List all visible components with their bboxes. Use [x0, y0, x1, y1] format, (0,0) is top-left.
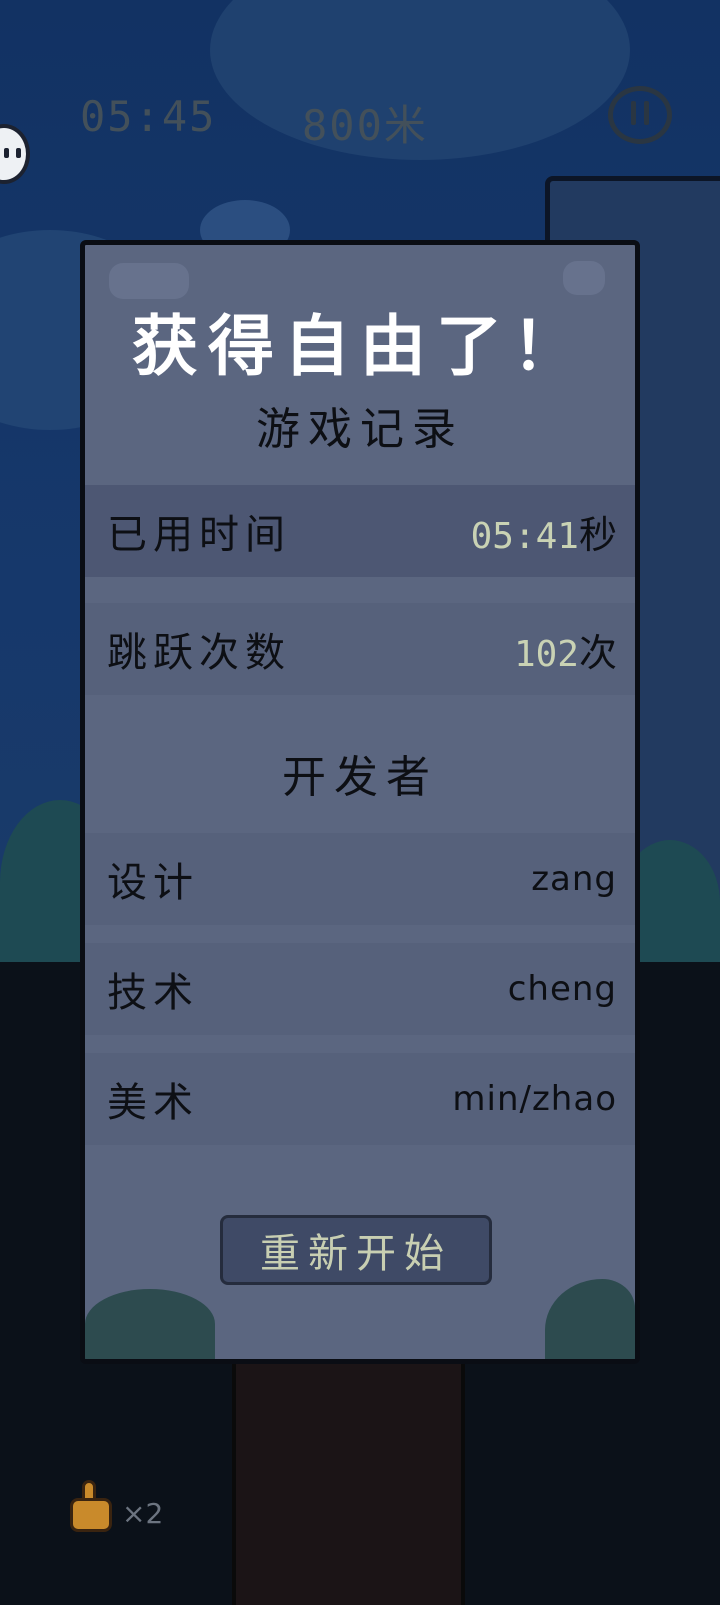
pause-button[interactable]: [608, 86, 672, 144]
grass-decor: [85, 1289, 215, 1359]
record-heading: 游戏记录: [256, 404, 464, 455]
developer-role: 美术: [107, 1080, 199, 1126]
restart-button[interactable]: 重新开始: [220, 1215, 492, 1285]
game-scene: 05:45 800米 获得自由了！ 游戏记录 已用时间 05:41秒 跳跃次数 …: [0, 0, 720, 1605]
stat-unit: 秒: [578, 512, 617, 557]
stat-label: 跳跃次数: [107, 630, 291, 676]
dirt-pillar: [232, 1360, 465, 1605]
lives-count: ×2: [122, 1497, 164, 1530]
developer-row: 设计 zang: [85, 833, 635, 925]
stat-row-jumps: 跳跃次数 102次: [85, 603, 635, 695]
developers-heading: 开发者: [282, 752, 438, 803]
hud-timer: 05:45: [80, 92, 217, 141]
result-panel: 获得自由了！ 游戏记录 已用时间 05:41秒 跳跃次数 102次 开发者 设计…: [80, 240, 640, 1364]
pause-icon: [627, 101, 653, 129]
stat-label: 已用时间: [107, 512, 291, 558]
developer-row: 技术 cheng: [85, 943, 635, 1035]
developer-name: min/zhao: [452, 1079, 617, 1119]
stat-value: 102: [513, 633, 579, 675]
stat-row-time: 已用时间 05:41秒: [85, 485, 635, 577]
stat-value: 05:41: [470, 515, 579, 557]
lives-indicator: ×2: [66, 1478, 163, 1534]
stat-value-group: 05:41秒: [471, 504, 617, 559]
decor-bubble: [563, 261, 605, 295]
hud-distance: 800米: [302, 101, 428, 150]
grass-decor: [545, 1279, 635, 1359]
developer-name: zang: [531, 859, 617, 899]
panel-title: 获得自由了！: [132, 308, 588, 385]
developer-role: 设计: [107, 860, 199, 906]
developer-row: 美术 min/zhao: [85, 1053, 635, 1145]
developer-name: cheng: [507, 969, 617, 1009]
thumbs-up-icon: [66, 1478, 116, 1534]
developer-role: 技术: [107, 970, 199, 1016]
stat-unit: 次: [578, 630, 617, 675]
stat-value-group: 102次: [514, 622, 617, 677]
